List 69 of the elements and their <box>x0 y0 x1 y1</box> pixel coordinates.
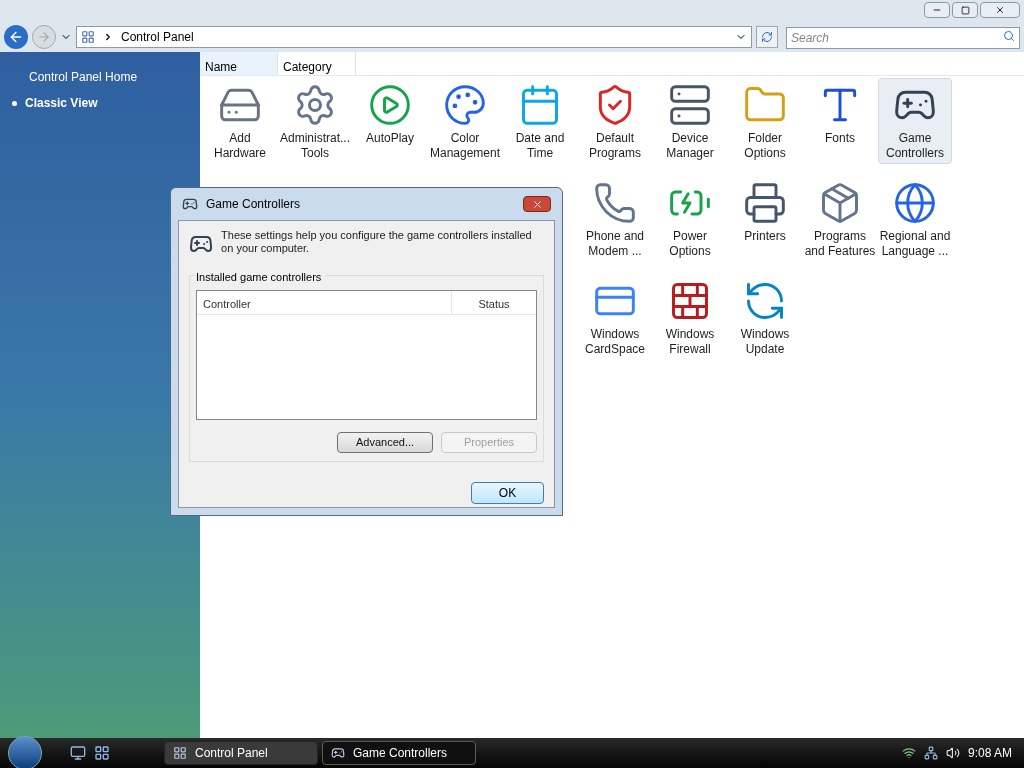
sidebar-link[interactable]: Classic View <box>12 94 200 112</box>
control-panel-item[interactable]: Windows Firewall <box>653 274 727 360</box>
taskbar-button[interactable]: Control Panel <box>164 741 318 765</box>
control-panel-item[interactable]: Add Hardware <box>203 78 277 164</box>
item-label: AutoPlay <box>366 131 414 146</box>
taskbar-button[interactable]: Game Controllers <box>322 741 476 765</box>
close-icon <box>531 198 543 210</box>
minimize-button[interactable] <box>924 2 950 18</box>
item-label: Administrat... Tools <box>279 131 351 161</box>
control-panel-item[interactable]: Date and Time <box>503 78 577 164</box>
control-panel-item[interactable]: Game Controllers <box>878 78 952 164</box>
clock: 9:08 AM <box>967 745 1012 762</box>
control-panel-item[interactable]: Regional and Language ... <box>878 176 952 262</box>
intro-text: These settings help you configure the game controllers installed on your computer. <box>221 229 533 256</box>
control-panel-item[interactable]: Folder Options <box>728 78 802 164</box>
control-panel-item[interactable]: AutoPlay <box>353 78 427 164</box>
control-panel-item[interactable]: Windows Update <box>728 274 802 360</box>
gamepad-icon <box>331 746 345 760</box>
item-label: Printers <box>744 229 786 244</box>
column-header[interactable]: Name <box>200 52 278 75</box>
item-label: Device Manager <box>665 131 715 161</box>
item-label: Color Management <box>429 131 501 161</box>
control-panel-item[interactable]: Windows CardSpace <box>578 274 652 360</box>
item-label: Game Controllers <box>885 131 945 161</box>
gamepad-icon <box>182 196 198 212</box>
item-label: Programs and Features <box>804 229 876 259</box>
switch-windows-icon[interactable] <box>94 745 110 761</box>
item-label: Date and Time <box>514 131 566 161</box>
restore-icon <box>960 5 970 15</box>
item-label: Folder Options <box>743 131 787 161</box>
ok-button[interactable]: OK <box>471 481 544 504</box>
close-button[interactable] <box>523 196 551 212</box>
control-panel-item[interactable]: Default Programs <box>578 78 652 164</box>
refresh-icon <box>761 31 773 43</box>
bullet-icon <box>12 100 17 106</box>
dialog-button[interactable]: Advanced... <box>337 431 433 453</box>
column-header[interactable]: Status <box>452 290 536 314</box>
item-label: Default Programs <box>588 131 642 161</box>
close-icon <box>995 5 1005 15</box>
control-panel-item[interactable]: Printers <box>728 176 802 262</box>
item-label: Power Options <box>668 229 712 259</box>
control-panel-item[interactable]: Device Manager <box>653 78 727 164</box>
item-label: Windows Update <box>739 327 791 357</box>
refresh-button[interactable] <box>756 26 778 48</box>
item-label: Windows CardSpace <box>583 327 646 357</box>
restore-button[interactable] <box>952 2 978 18</box>
control-panel-item[interactable]: Programs and Features <box>803 176 877 262</box>
control-panel-item[interactable]: Color Management <box>428 78 502 164</box>
control-panel-item[interactable]: Power Options <box>653 176 727 262</box>
item-label: Fonts <box>825 131 855 146</box>
address-field[interactable]: Control Panel <box>76 26 752 48</box>
item-label: Phone and Modem ... <box>584 229 646 259</box>
column-header[interactable]: Controller <box>197 290 452 314</box>
control-panel-item[interactable]: Phone and Modem ... <box>578 176 652 262</box>
address-path: Control Panel <box>121 29 195 46</box>
show-desktop-icon[interactable] <box>70 745 86 761</box>
control-panel-item[interactable]: Fonts <box>803 78 877 164</box>
search-field[interactable]: Search <box>786 27 1020 49</box>
item-label: Regional and Language ... <box>879 229 951 259</box>
volume-icon <box>945 746 960 760</box>
start-orb[interactable] <box>8 736 42 768</box>
search-icon[interactable] <box>1003 30 1015 42</box>
back-button[interactable] <box>4 25 28 49</box>
control-panel-item[interactable]: Administrat... Tools <box>278 78 352 164</box>
sidebar-link[interactable]: Control Panel Home <box>12 68 200 86</box>
item-label: Windows Firewall <box>664 327 716 357</box>
forward-arrow-icon <box>37 30 51 44</box>
item-label: Add Hardware <box>213 131 267 161</box>
dialog-title: Game Controllers <box>206 196 302 213</box>
